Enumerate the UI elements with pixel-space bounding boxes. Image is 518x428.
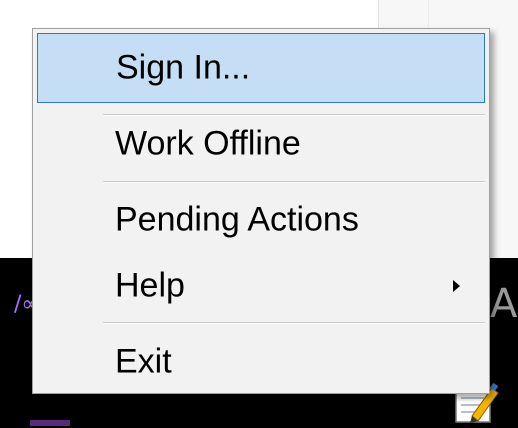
menu-item-pending-actions[interactable]: Pending Actions <box>37 185 485 255</box>
background-glyph-right: A <box>490 281 518 327</box>
chevron-right-icon <box>453 280 460 292</box>
menu-item-label: Help <box>115 266 185 305</box>
tray-context-menu: Sign In... Work Offline Pending Actions … <box>32 28 490 394</box>
menu-separator <box>103 322 485 324</box>
menu-separator <box>103 181 485 183</box>
menu-item-work-offline[interactable]: Work Offline <box>37 109 485 179</box>
menu-item-label: Work Offline <box>115 124 301 163</box>
menu-item-label: Exit <box>115 342 172 381</box>
menu-item-exit[interactable]: Exit <box>37 327 485 397</box>
menu-item-sign-in[interactable]: Sign In... <box>37 33 485 103</box>
menu-item-label: Sign In... <box>116 48 251 87</box>
menu-item-help[interactable]: Help <box>37 251 485 321</box>
taskbar-accent <box>30 420 70 426</box>
menu-item-label: Pending Actions <box>115 200 359 239</box>
